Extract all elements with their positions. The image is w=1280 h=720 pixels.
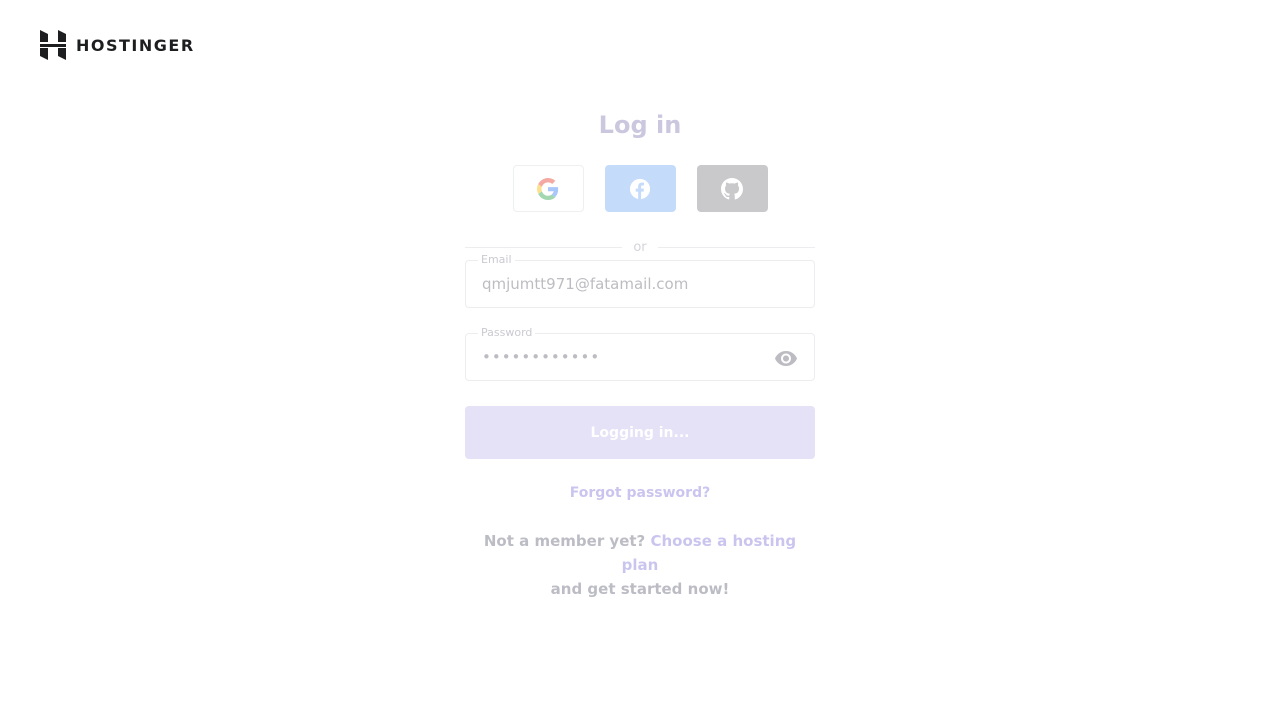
hostinger-logo-icon bbox=[40, 30, 66, 60]
divider-text: or bbox=[633, 239, 647, 255]
signup-suffix: and get started now! bbox=[550, 580, 730, 598]
brand-name: HOSTINGER bbox=[76, 35, 195, 55]
google-icon bbox=[537, 177, 559, 200]
google-login-button[interactable] bbox=[512, 165, 584, 212]
email-label: Email bbox=[478, 253, 515, 266]
brand-logo[interactable]: HOSTINGER bbox=[40, 30, 195, 60]
email-field[interactable]: Email qmjumtt971@fatamail.com bbox=[465, 253, 815, 308]
facebook-icon bbox=[629, 178, 651, 199]
social-login-row bbox=[465, 165, 815, 212]
email-input[interactable]: qmjumtt971@fatamail.com bbox=[482, 275, 688, 293]
forgot-password-link[interactable]: Forgot password? bbox=[465, 485, 815, 501]
eye-icon[interactable] bbox=[774, 348, 798, 368]
facebook-login-button[interactable] bbox=[604, 165, 676, 212]
choose-plan-link[interactable]: Choose a hosting plan bbox=[622, 532, 796, 574]
password-input[interactable]: •••••••••••• bbox=[482, 348, 600, 366]
github-icon bbox=[721, 177, 743, 199]
login-submit-button[interactable]: Logging in... bbox=[465, 406, 815, 459]
divider-line-right bbox=[657, 246, 815, 248]
password-label: Password bbox=[478, 326, 536, 339]
signup-prefix: Not a member yet? bbox=[483, 532, 646, 550]
login-form: Log in or Email qmjumtt971@fatamail.com … bbox=[465, 105, 815, 601]
or-divider: or bbox=[465, 237, 815, 257]
password-field[interactable]: Password •••••••••••• bbox=[465, 326, 815, 381]
signup-prompt: Not a member yet? Choose a hosting plan … bbox=[465, 529, 815, 601]
github-login-button[interactable] bbox=[696, 165, 768, 212]
page-title: Log in bbox=[598, 111, 682, 139]
divider-line-left bbox=[465, 246, 623, 248]
